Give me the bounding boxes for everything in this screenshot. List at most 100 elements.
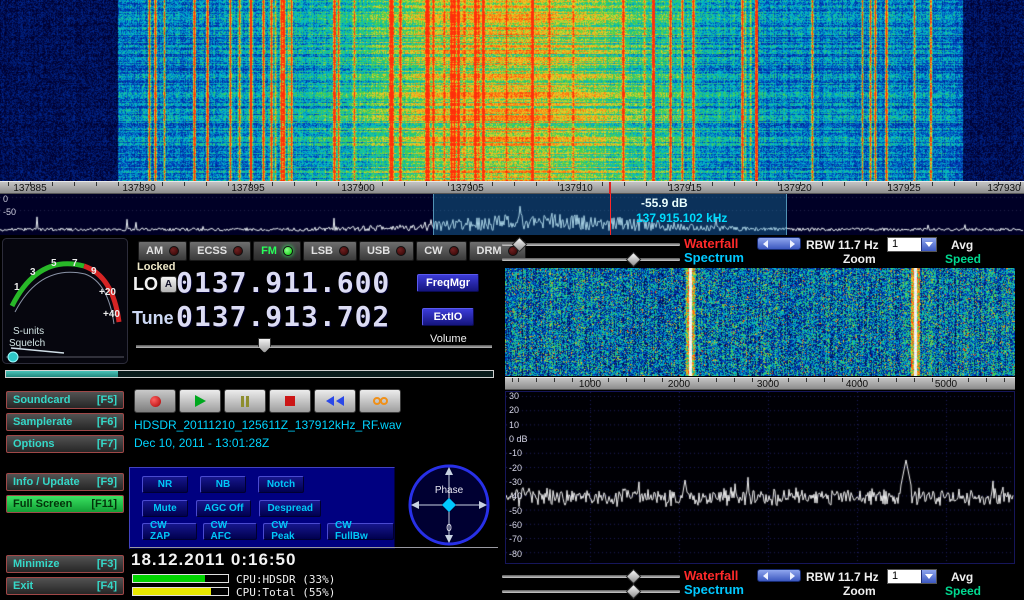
phase-label: Phase — [435, 485, 464, 496]
spec-y-label-1: 20 — [509, 405, 519, 415]
arrow-right-icon — [790, 572, 795, 580]
signal-level-readout: -55.9 dB — [641, 196, 688, 210]
menu-button-fullscreen[interactable]: Full Screen[F11] — [6, 495, 124, 513]
loop-button[interactable] — [359, 389, 401, 413]
audio-level-bar[interactable] — [5, 370, 494, 378]
zoom-select-bottom[interactable]: 1 — [887, 569, 937, 584]
dsp-button-despread[interactable]: Despread — [259, 500, 321, 517]
freq-label-9: 137930 — [984, 183, 1024, 194]
mode-label: DRM — [477, 245, 502, 257]
volume-slider-handle[interactable] — [258, 338, 271, 353]
lo-lock-badge[interactable]: A — [160, 276, 177, 293]
freq-label-7: 137920 — [773, 183, 817, 194]
extio-button[interactable]: ExtIO — [422, 308, 474, 326]
spec-y-label-5: -20 — [509, 463, 522, 473]
menu-key: [F7] — [97, 438, 117, 450]
shift-control-top[interactable] — [757, 237, 801, 250]
frequency-scale[interactable]: 137885 137890 137895 137900 137905 13791… — [0, 181, 1024, 194]
pause-button[interactable] — [224, 389, 266, 413]
mode-button-ecss[interactable]: ECSS — [189, 241, 251, 261]
tune-cursor — [610, 194, 611, 235]
menu-label: Full Screen — [13, 498, 72, 510]
dsp-button-notch[interactable]: Notch — [258, 476, 304, 493]
phase-indicator: Phase 0 — [406, 461, 492, 549]
loop-icon — [380, 397, 388, 405]
mode-selector: AM ECSS FM LSB USB CW DRM — [138, 241, 526, 261]
spec-y-label-10: -70 — [509, 534, 522, 544]
recording-filename: HDSDR_20111210_125611Z_137912kHz_RF.wav — [134, 418, 402, 432]
shift-control-bottom[interactable] — [757, 569, 801, 582]
mode-button-usb[interactable]: USB — [359, 241, 414, 261]
mode-button-lsb[interactable]: LSB — [303, 241, 357, 261]
spec-y-label-9: -60 — [509, 520, 522, 530]
menu-label: Options — [13, 438, 55, 450]
zoom-select-top[interactable]: 1 — [887, 237, 937, 252]
menu-button-exit[interactable]: Exit[F4] — [6, 577, 124, 595]
menu-button-info-update[interactable]: Info / Update[F9] — [6, 473, 124, 491]
mini-spectrum-panel[interactable]: 0 -50 -55.9 dB 137.915.102 kHz — [0, 194, 1024, 235]
waterfall-slider-bottom[interactable] — [502, 575, 680, 578]
mode-label: FM — [261, 245, 277, 257]
zoom-spectrum-canvas[interactable] — [506, 392, 1014, 563]
menu-label: Soundcard — [13, 394, 70, 406]
menu-button-minimize[interactable]: Minimize[F3] — [6, 555, 124, 573]
menu-label: Samplerate — [13, 416, 72, 428]
squelch-label: Squelch — [9, 338, 45, 349]
spectrum-slider-bottom[interactable] — [502, 590, 680, 593]
play-button[interactable] — [179, 389, 221, 413]
menu-button-soundcard[interactable]: Soundcard[F5] — [6, 391, 124, 409]
s-meter-tick-7: 7 — [72, 258, 78, 269]
freq-label-6: 137915 — [663, 183, 707, 194]
mode-button-fm[interactable]: FM — [253, 241, 301, 261]
zoom-select-dropdown[interactable] — [921, 238, 936, 251]
rewind-icon — [336, 396, 344, 406]
freqmgr-button[interactable]: FreqMgr — [417, 274, 479, 292]
waterfall-label-top: Waterfall — [684, 236, 738, 251]
tune-frequency-display[interactable]: 0137.913.702 — [176, 300, 390, 333]
dsp-button-agc-off[interactable]: AGC Off — [196, 500, 251, 517]
mode-label: LSB — [311, 245, 333, 257]
spec-y-label-4: -10 — [509, 448, 522, 458]
dsp-button-cw-fullbw[interactable]: CW FullBw — [327, 523, 394, 540]
menu-button-options[interactable]: Options [F7] — [6, 435, 124, 453]
s-meter-tick-3: 3 — [30, 267, 36, 278]
main-waterfall[interactable] — [0, 0, 1024, 181]
spec-y-label-11: -80 — [509, 549, 522, 559]
avg-label-top: Avg — [951, 238, 973, 252]
dsp-button-cw-afc[interactable]: CW AFC — [203, 523, 258, 540]
freq-label-8: 137925 — [882, 183, 926, 194]
spectrum-slider-top-handle[interactable] — [626, 252, 642, 268]
waterfall-slider-bottom-handle[interactable] — [626, 569, 642, 585]
zoom-spectrum-panel[interactable]: 30 20 10 0 dB -10 -20 -30 -40 -50 -60 -7… — [505, 391, 1015, 564]
dsp-button-cw-peak[interactable]: CW Peak — [263, 523, 321, 540]
zoom-waterfall[interactable] — [505, 268, 1015, 376]
dsp-button-mute[interactable]: Mute — [142, 500, 188, 517]
s-meter-tick-9: 9 — [91, 266, 97, 277]
lo-frequency-display[interactable]: 0137.911.600 — [176, 266, 390, 299]
mode-led — [339, 246, 349, 256]
dsp-button-nb[interactable]: NB — [200, 476, 246, 493]
rewind-button[interactable] — [314, 389, 356, 413]
chevron-down-icon — [925, 242, 933, 247]
volume-slider-track[interactable] — [136, 345, 492, 348]
spectrum-slider-bottom-handle[interactable] — [626, 584, 642, 600]
cpu-bar-hdsdr-fill — [133, 575, 205, 582]
s-meter-tick-5: 5 — [51, 258, 57, 269]
dsp-button-nr[interactable]: NR — [142, 476, 188, 493]
dsp-button-cw-zap[interactable]: CW ZAP — [142, 523, 197, 540]
zoom-freq-label-3: 4000 — [839, 379, 875, 390]
arrow-left-icon — [763, 572, 768, 580]
mode-button-am[interactable]: AM — [138, 241, 187, 261]
menu-key: [F3] — [97, 558, 117, 570]
zoom-freq-label-1: 2000 — [661, 379, 697, 390]
zoom-frequency-scale[interactable]: 1000 2000 3000 4000 5000 — [505, 377, 1015, 390]
record-button[interactable] — [134, 389, 176, 413]
mode-button-cw[interactable]: CW — [416, 241, 466, 261]
squelch-knob[interactable] — [8, 352, 18, 362]
spectrum-slider-top[interactable] — [502, 258, 680, 261]
menu-button-samplerate[interactable]: Samplerate[F6] — [6, 413, 124, 431]
mode-led — [449, 246, 459, 256]
zoom-select-dropdown[interactable] — [921, 570, 936, 583]
waterfall-slider-top[interactable] — [502, 243, 680, 246]
stop-button[interactable] — [269, 389, 311, 413]
